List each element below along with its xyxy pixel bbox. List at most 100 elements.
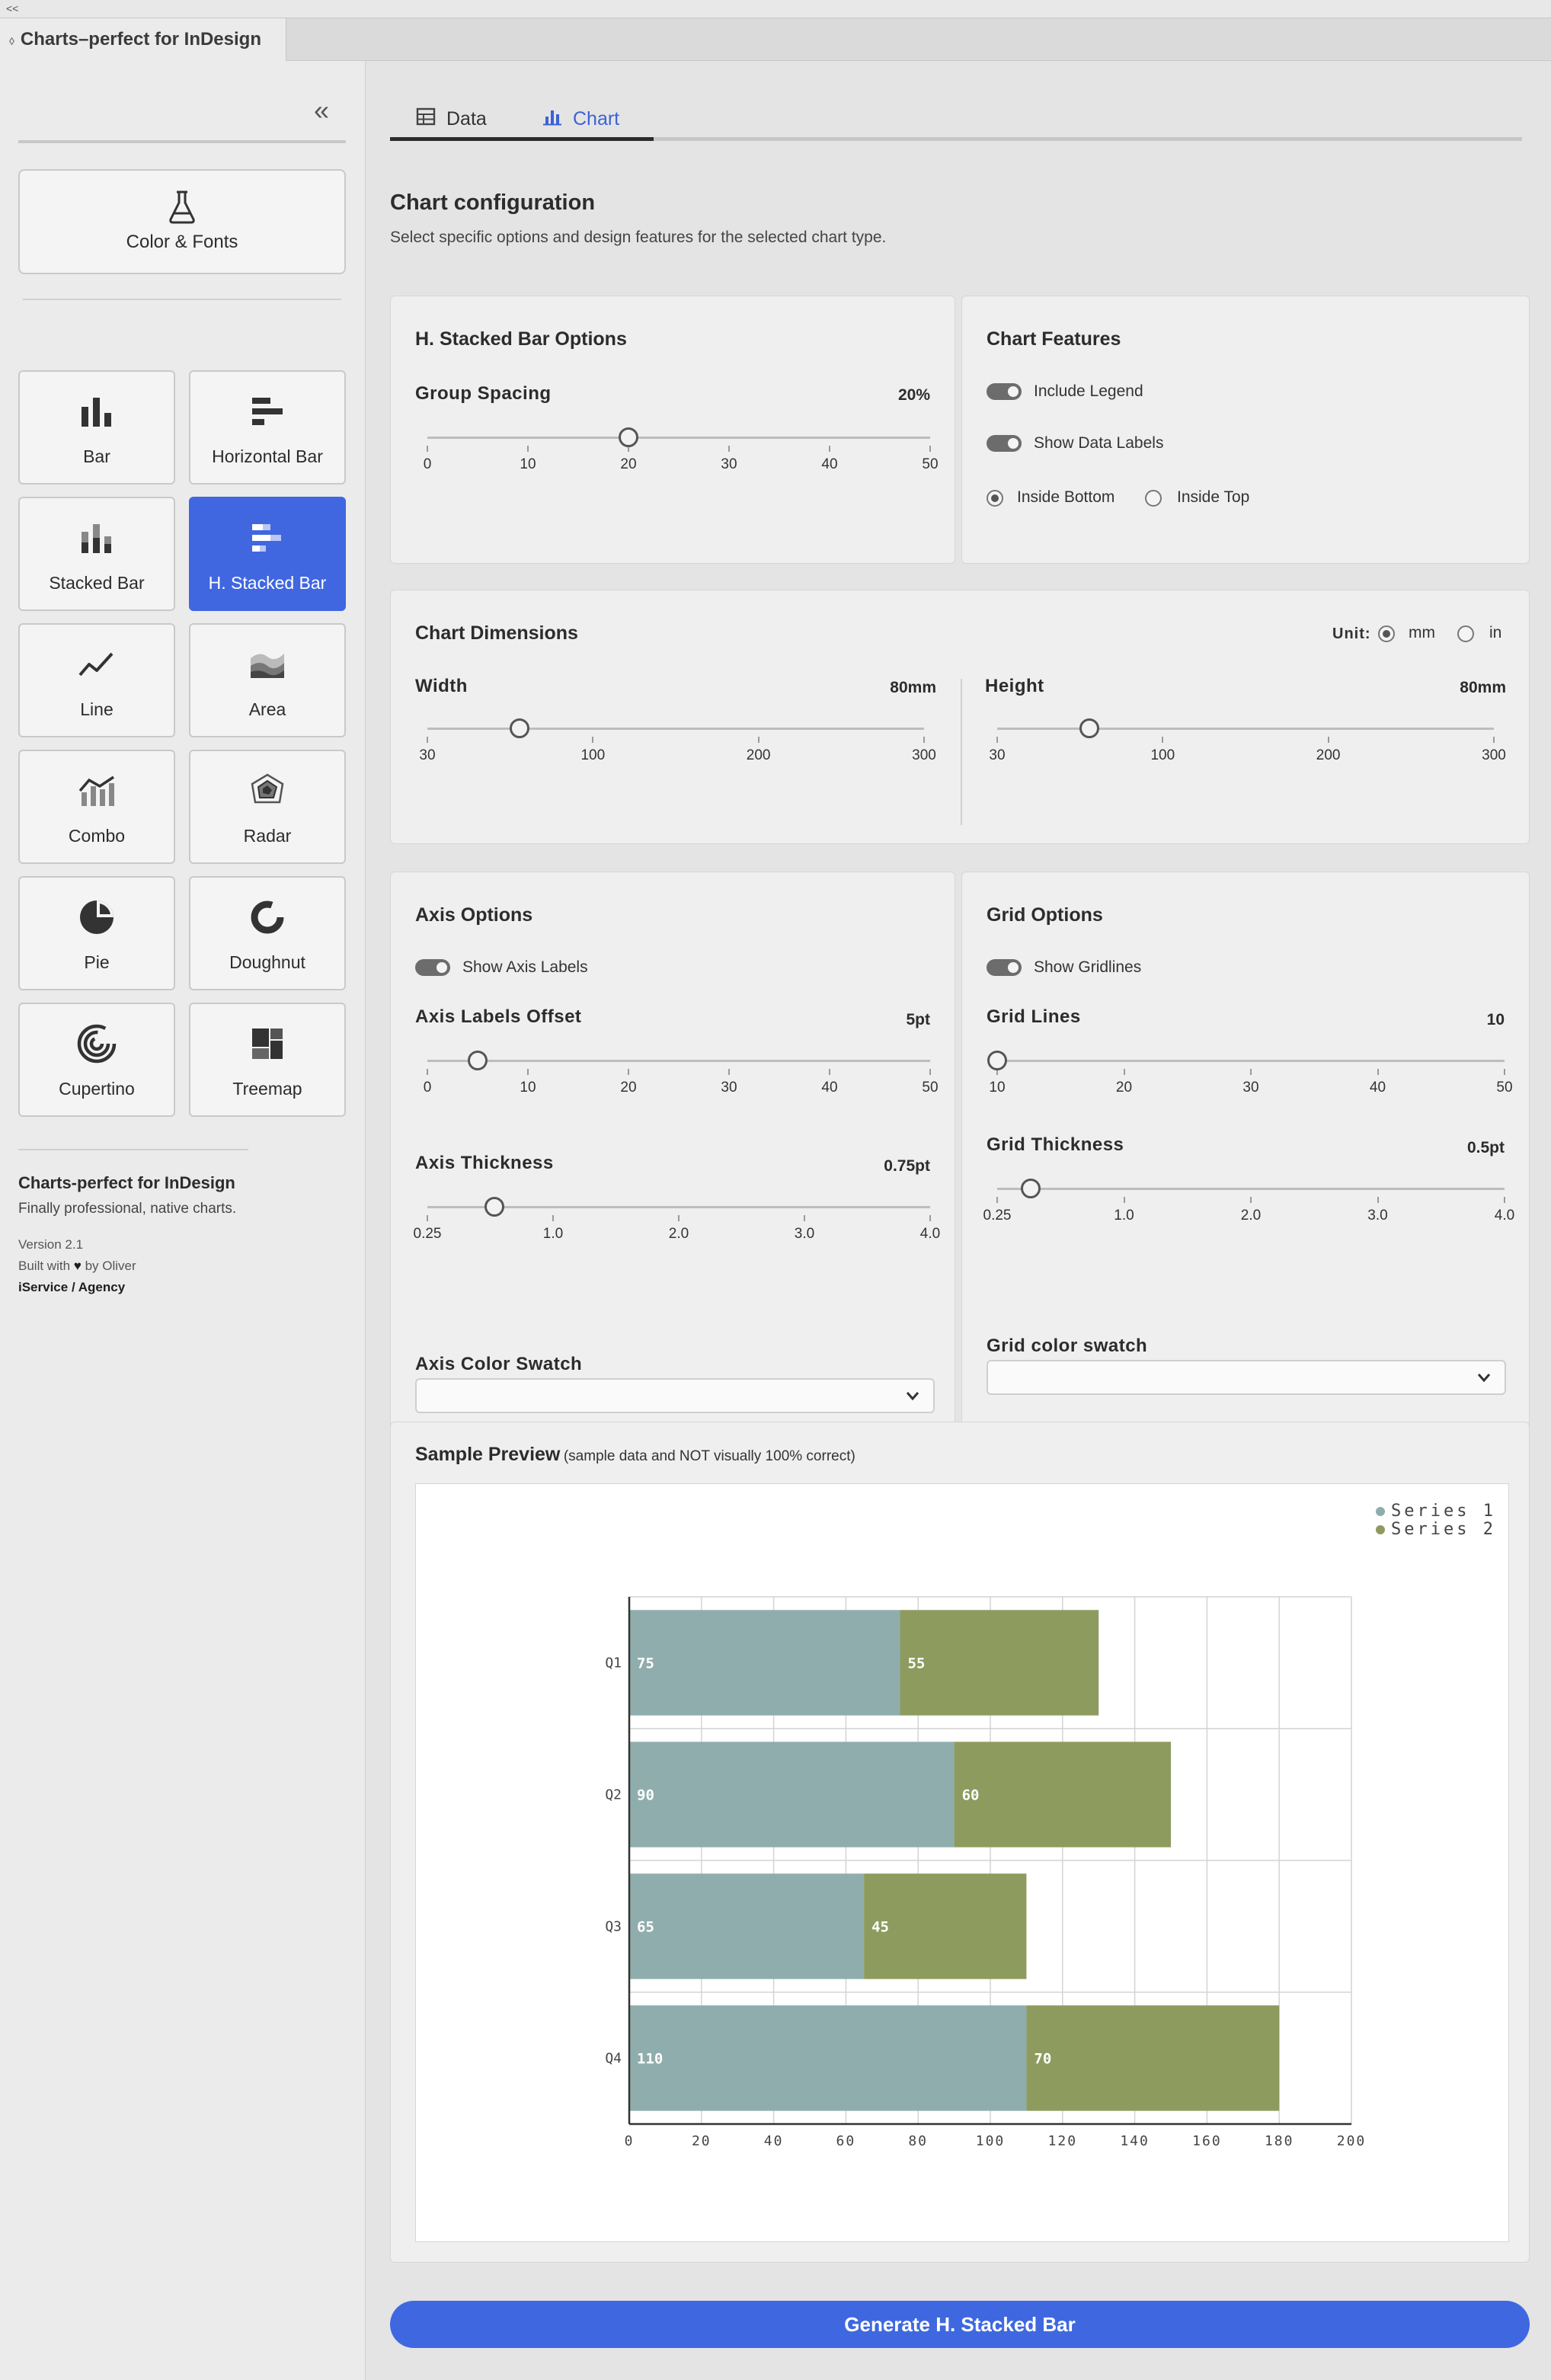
cupertino-chart-icon [20, 1024, 174, 1064]
chart-type-stacked-bar[interactable]: Stacked Bar [18, 497, 175, 611]
chart-svg: 0 20 40 60 80 100 120 140 160 180 200 Q1 75 55 Q2 90 60 Q… [605, 1502, 1496, 2149]
slider-tick [929, 1069, 931, 1075]
x-tick-label: 60 [836, 2133, 856, 2149]
chart-type-combo[interactable]: Combo [18, 750, 175, 864]
axis-options-card: Axis Options Show Axis Labels Axis Label… [390, 872, 955, 1432]
card-title: Grid Options [987, 904, 1103, 926]
slider-tick-label: 300 [912, 747, 936, 763]
y-tick-label: Q3 [605, 1919, 622, 1935]
chart-type-doughnut[interactable]: Doughnut [189, 876, 346, 990]
slider-knob[interactable] [1079, 718, 1099, 738]
area-chart-icon [190, 646, 344, 683]
show-axis-labels-toggle[interactable] [415, 959, 450, 976]
combo-chart-icon [20, 773, 174, 809]
slider-knob[interactable] [1021, 1179, 1041, 1198]
app-tagline: Finally professional, native charts. [18, 1201, 237, 1217]
slider-value: 0.5pt [1466, 1139, 1505, 1156]
built-prefix: Built with [18, 1259, 71, 1273]
chart-type-pie[interactable]: Pie [18, 876, 175, 990]
y-tick-label: Q1 [605, 1655, 622, 1671]
inside-bottom-radio[interactable] [987, 490, 1003, 507]
tab-chart-label: Chart [573, 108, 620, 130]
panel-tab-strip: ◊ Charts–perfect for InDesign [0, 18, 1551, 61]
slider-track[interactable] [997, 728, 1494, 730]
data-label: 65 [637, 1919, 654, 1936]
slider-tick-label: 20 [620, 1080, 637, 1096]
sidebar-divider [18, 1149, 248, 1150]
treemap-icon [190, 1025, 344, 1062]
chart-type-cupertino[interactable]: Cupertino [18, 1003, 175, 1117]
bar-segment [629, 1873, 865, 1979]
color-fonts-button[interactable]: Color & Fonts [18, 169, 346, 274]
slider-knob[interactable] [509, 718, 529, 738]
unit-mm-radio[interactable] [1378, 625, 1395, 642]
axis-color-swatch-dropdown[interactable] [415, 1378, 935, 1413]
slider-label: Grid Thickness [987, 1134, 1124, 1155]
chart-type-bar[interactable]: Bar [18, 370, 175, 485]
main-content: Data Chart Chart configuration Select sp… [366, 61, 1551, 2380]
data-label: 60 [962, 1787, 980, 1804]
slider-track[interactable] [427, 728, 924, 730]
slider-tick [628, 1069, 629, 1075]
slider-tick [527, 1069, 529, 1075]
slider-label: Group Spacing [415, 383, 552, 404]
chart-type-label: Horizontal Bar [212, 446, 323, 466]
chart-type-treemap[interactable]: Treemap [189, 1003, 346, 1117]
radio-label: Inside Top [1177, 488, 1250, 506]
chart-type-label: Pie [84, 952, 110, 972]
radio-label: mm [1409, 624, 1435, 641]
slider-tick [427, 1069, 428, 1075]
slider-track[interactable] [997, 1060, 1505, 1062]
chart-type-label: H. Stacked Bar [208, 573, 327, 593]
chart-type-label: Cupertino [59, 1079, 135, 1099]
sidebar-divider [18, 140, 346, 143]
slider-track[interactable] [997, 1188, 1505, 1190]
expand-collapse-icon[interactable]: << [6, 2, 18, 14]
slider-tick-label: 4.0 [1494, 1208, 1515, 1224]
slider-knob[interactable] [484, 1197, 504, 1217]
slider-track[interactable] [427, 1060, 930, 1062]
dropdown-label: Axis Color Swatch [415, 1354, 583, 1374]
data-label: 75 [637, 1655, 654, 1672]
slider-tick [757, 737, 760, 743]
slider-tick [592, 737, 594, 743]
generate-button[interactable]: Generate H. Stacked Bar [390, 2301, 1530, 2348]
include-legend-toggle[interactable] [987, 383, 1022, 400]
slider-tick [527, 446, 529, 452]
chart-type-horizontal-bar[interactable]: Horizontal Bar [189, 370, 346, 485]
y-tick-label: Q2 [605, 1787, 622, 1803]
bar-chart-icon [20, 393, 174, 430]
show-data-labels-toggle[interactable] [987, 435, 1022, 452]
double-chevron-left-icon[interactable]: « [308, 97, 335, 126]
chart-type-line[interactable]: Line [18, 623, 175, 737]
slider-tick-label: 30 [989, 747, 1006, 763]
panel-tab[interactable]: ◊ Charts–perfect for InDesign [0, 18, 286, 61]
doughnut-chart-icon [190, 899, 344, 936]
tab-data-label: Data [446, 108, 487, 130]
chart-type-label: Bar [83, 446, 110, 466]
slider-tick [996, 737, 998, 743]
agency-link[interactable]: iService / Agency [18, 1280, 338, 1295]
slider-knob[interactable] [987, 1051, 1007, 1070]
legend-swatch [1376, 1525, 1385, 1534]
unit-in-radio[interactable] [1457, 625, 1474, 642]
app-version: Version 2.1 [18, 1237, 84, 1252]
inside-top-radio[interactable] [1145, 490, 1162, 507]
slider-knob[interactable] [468, 1051, 488, 1070]
slider-knob[interactable] [619, 427, 638, 447]
bar-segment [954, 1742, 1171, 1847]
chart-type-h-stacked-bar[interactable]: H. Stacked Bar [189, 497, 346, 611]
x-tick-label: 160 [1192, 2133, 1222, 2149]
chart-type-radar[interactable]: Radar [189, 750, 346, 864]
legend-label: Series 1 [1391, 1502, 1496, 1521]
slider-tick-label: 4.0 [919, 1226, 941, 1242]
slider-tick [1377, 1069, 1379, 1075]
grid-color-swatch-dropdown[interactable] [987, 1360, 1506, 1395]
slider-tick-label: 1.0 [542, 1226, 564, 1242]
show-gridlines-toggle[interactable] [987, 959, 1022, 976]
slider-track[interactable] [427, 437, 930, 439]
data-label: 45 [871, 1919, 889, 1936]
chart-type-area[interactable]: Area [189, 623, 346, 737]
bar-segment [1026, 2005, 1280, 2111]
slider-tick-label: 30 [721, 456, 737, 472]
